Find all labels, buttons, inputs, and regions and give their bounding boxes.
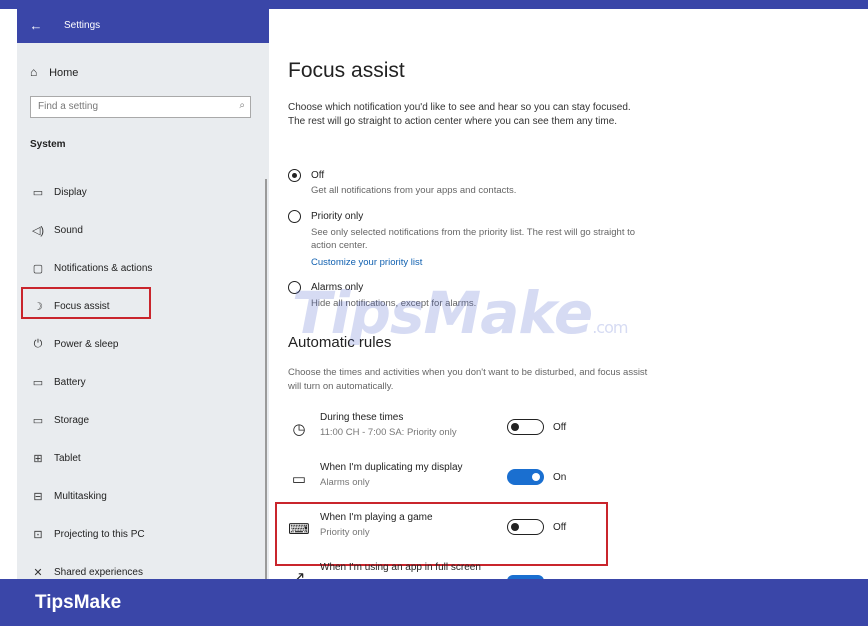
window-title: Settings xyxy=(64,20,101,31)
sidebar-item-label: Power & sleep xyxy=(54,339,119,350)
sidebar-item-label: Multitasking xyxy=(54,491,107,502)
home-link[interactable]: ⌂ Home xyxy=(30,65,78,79)
top-border xyxy=(0,0,868,9)
multitasking-icon: ⊟ xyxy=(33,491,43,503)
sidebar-item-storage[interactable]: ▭ Storage xyxy=(27,408,259,434)
sidebar-item-label: Tablet xyxy=(54,453,81,464)
home-label: Home xyxy=(49,67,79,79)
toggle-knob xyxy=(532,473,540,481)
rule-state: On xyxy=(553,472,567,483)
rule-title: During these times xyxy=(320,412,404,423)
rule-state: Off xyxy=(553,422,567,433)
radio-priority-only-label: Priority only xyxy=(311,211,364,222)
sidebar-item-power-sleep[interactable]: ⏻ Power & sleep xyxy=(27,332,259,358)
battery-icon: ▭ xyxy=(32,377,44,389)
radio-off-label: Off xyxy=(311,170,325,181)
radio-priority-only-description: See only selected notifications from the… xyxy=(311,227,636,251)
sidebar-item-display[interactable]: ▭ Display xyxy=(27,180,259,206)
sidebar-item-tablet[interactable]: ⊞ Tablet xyxy=(27,446,259,472)
projecting-icon: ⊡ xyxy=(33,529,43,541)
page-description: Choose which notification you'd like to … xyxy=(288,102,631,127)
page-title: Focus assist xyxy=(288,59,405,82)
rule-title: When I'm duplicating my display xyxy=(320,462,463,473)
watermark: TipsMake.com xyxy=(292,279,628,347)
title-bar: ← Settings xyxy=(17,9,269,43)
sidebar-item-projecting[interactable]: ⊡ Projecting to this PC xyxy=(27,522,259,548)
rule-toggle[interactable] xyxy=(507,419,544,435)
search-icon[interactable]: ⌕ xyxy=(239,100,245,111)
toggle-knob xyxy=(511,422,519,431)
clock-icon: ◷ xyxy=(292,421,306,438)
sidebar-item-label: Display xyxy=(54,187,87,198)
sidebar-item-shared-experiences[interactable]: ✕ Shared experiences xyxy=(27,560,259,579)
sidebar-item-label: Notifications & actions xyxy=(54,263,153,274)
settings-sidebar: ← Settings ⌂ Home Find a setting ⌕ Syste… xyxy=(17,9,269,579)
speaker-icon: ◁) xyxy=(31,225,45,237)
notification-icon: ▢ xyxy=(32,263,44,275)
radio-off-description: Get all notifications from your apps and… xyxy=(311,185,517,196)
monitor-icon: ▭ xyxy=(291,471,307,488)
playing-game-highlight-box xyxy=(275,502,608,566)
sidebar-item-label: Shared experiences xyxy=(54,567,143,578)
search-placeholder: Find a setting xyxy=(38,101,99,112)
sidebar-item-multitasking[interactable]: ⊟ Multitasking xyxy=(27,484,259,510)
footer-brand: TipsMake xyxy=(35,592,122,613)
sidebar-scrollbar[interactable] xyxy=(265,179,267,579)
radio-priority-only[interactable] xyxy=(288,210,301,223)
sidebar-item-label: Battery xyxy=(54,377,86,388)
display-icon: ▭ xyxy=(32,187,44,199)
watermark-text: TipsMake xyxy=(292,279,593,347)
back-button[interactable]: ← xyxy=(17,9,55,43)
radio-off[interactable] xyxy=(288,169,301,182)
customize-priority-list-link[interactable]: Customize your priority list xyxy=(311,257,422,268)
section-heading: System xyxy=(30,139,66,150)
sidebar-item-sound[interactable]: ◁) Sound xyxy=(27,218,259,244)
watermark-suffix: .com xyxy=(592,318,628,337)
sidebar-item-label: Projecting to this PC xyxy=(54,529,145,540)
footer-banner: TipsMake xyxy=(0,579,868,626)
storage-icon: ▭ xyxy=(32,415,44,427)
sidebar-item-battery[interactable]: ▭ Battery xyxy=(27,370,259,396)
tablet-icon: ⊞ xyxy=(33,453,43,465)
rule-duplicating-display[interactable]: ▭ When I'm duplicating my display Alarms… xyxy=(288,462,618,502)
sidebar-item-label: Sound xyxy=(54,225,83,236)
sidebar-item-label: Storage xyxy=(54,415,90,426)
rule-during-these-times[interactable]: ◷ During these times 11:00 CH - 7:00 SA:… xyxy=(288,412,618,452)
search-input[interactable]: Find a setting ⌕ xyxy=(30,96,251,118)
rule-subtitle: Alarms only xyxy=(320,477,370,488)
rule-title: When I'm using an app in full screen xyxy=(320,562,481,573)
power-icon: ⏻ xyxy=(33,338,43,350)
shared-experiences-icon: ✕ xyxy=(33,567,43,579)
sidebar-item-notifications[interactable]: ▢ Notifications & actions xyxy=(27,256,259,282)
rule-subtitle: 11:00 CH - 7:00 SA: Priority only xyxy=(320,427,457,438)
automatic-rules-description: Choose the times and activities when you… xyxy=(288,367,648,392)
home-icon: ⌂ xyxy=(30,65,38,79)
rule-toggle[interactable] xyxy=(507,469,544,485)
focus-assist-highlight-box xyxy=(21,287,151,319)
